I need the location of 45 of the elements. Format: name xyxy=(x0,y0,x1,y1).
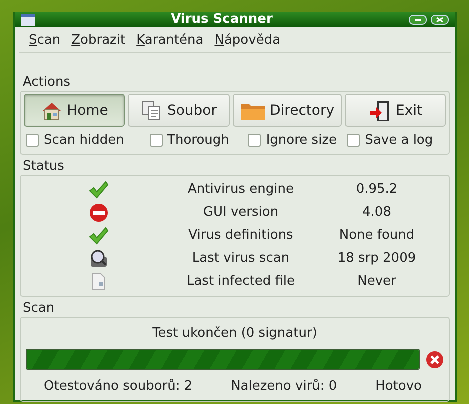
status-name: GUI version xyxy=(202,205,280,220)
status-value: 0.95.2 xyxy=(355,182,399,197)
section-label: Scan xyxy=(23,301,55,316)
cancel-icon[interactable] xyxy=(426,350,444,368)
scanner-icon xyxy=(89,248,109,268)
scan-stat: Hotovo xyxy=(376,379,422,394)
menu-item[interactable]: Scan xyxy=(27,33,68,48)
action-button[interactable]: Home xyxy=(24,94,126,127)
close-icon[interactable] xyxy=(431,14,449,24)
scan-message: Test ukončen (0 signatur) xyxy=(152,325,318,343)
menu-item[interactable]: Karanténa xyxy=(134,33,211,48)
checkbox-label[interactable]: Ignore size xyxy=(266,133,338,148)
status-value: None found xyxy=(338,228,416,243)
status-value: 18 srp 2009 xyxy=(336,251,418,266)
checkbox-label[interactable]: Scan hidden xyxy=(44,133,124,148)
status-name: Virus definitions xyxy=(188,228,294,243)
status-name: Last infected file xyxy=(186,274,296,289)
checkmark-icon xyxy=(89,180,109,198)
document-icon xyxy=(91,272,107,290)
exit-door-icon xyxy=(368,98,392,122)
window-icon xyxy=(21,14,35,26)
status-name: Antivirus engine xyxy=(187,182,295,197)
status-value: Never xyxy=(356,274,398,289)
action-button[interactable]: Directory xyxy=(232,94,342,127)
minimize-icon[interactable] xyxy=(409,14,427,24)
checkbox[interactable] xyxy=(150,134,163,147)
checkbox[interactable] xyxy=(26,134,39,147)
action-button[interactable]: Exit xyxy=(344,94,446,127)
checkbox-label[interactable]: Thorough xyxy=(168,133,230,148)
menu-item[interactable]: Nápověda xyxy=(212,33,288,48)
no-entry-icon xyxy=(89,202,109,222)
checkbox[interactable] xyxy=(347,134,360,147)
checkmark-icon xyxy=(89,226,109,244)
section-label: Actions xyxy=(23,75,70,90)
documents-icon xyxy=(141,100,164,122)
scan-stat: Otestováno souborů: 2 xyxy=(44,379,193,394)
window-title: Virus Scanner xyxy=(170,12,274,27)
checkbox-label[interactable]: Save a log xyxy=(365,133,434,148)
action-button[interactable]: Soubor xyxy=(128,94,230,127)
status-name: Last virus scan xyxy=(191,251,291,266)
scan-stat: Nalezeno virů: 0 xyxy=(231,379,338,394)
status-value: 4.08 xyxy=(362,205,392,220)
checkbox[interactable] xyxy=(248,134,262,147)
section-label: Status xyxy=(23,159,64,174)
menu-item[interactable]: Zobrazit xyxy=(70,33,133,48)
